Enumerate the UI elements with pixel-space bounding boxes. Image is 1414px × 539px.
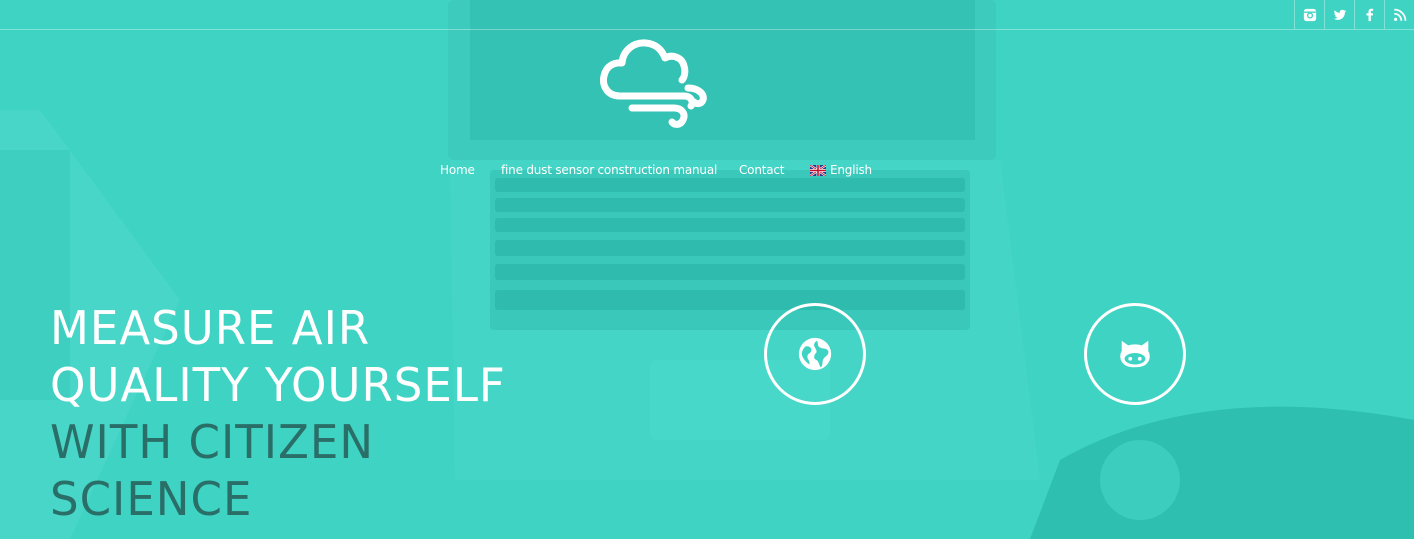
- hero-line-1: MEASURE AIR: [50, 301, 371, 355]
- hero-line-4: SCIENCE: [50, 472, 253, 526]
- facebook-link[interactable]: [1354, 0, 1384, 29]
- top-bar: [0, 0, 1414, 30]
- github-button[interactable]: [1084, 303, 1186, 405]
- social-links: [1294, 0, 1414, 29]
- hero-line-2: QUALITY YOURSELF: [50, 358, 506, 412]
- cloud-wind-icon: [600, 39, 707, 128]
- nav-contact[interactable]: Contact: [739, 162, 784, 178]
- hero-line-3: WITH CITIZEN: [50, 415, 375, 469]
- globe-button[interactable]: [764, 303, 866, 405]
- facebook-icon: [1366, 8, 1373, 21]
- github-icon: [1120, 340, 1150, 368]
- globe-icon: [798, 337, 832, 371]
- uk-flag-icon: [810, 164, 826, 176]
- twitter-link[interactable]: [1324, 0, 1354, 29]
- nav-language-label: English: [830, 163, 872, 177]
- nav-construction-manual[interactable]: fine dust sensor construction manual: [501, 162, 717, 178]
- instagram-icon: [1303, 8, 1316, 21]
- instagram-link[interactable]: [1294, 0, 1324, 29]
- rss-icon: [1393, 8, 1406, 21]
- nav-home[interactable]: Home: [440, 162, 475, 178]
- nav-language-switcher[interactable]: English: [810, 162, 872, 178]
- page: Home fine dust sensor construction manua…: [0, 0, 1414, 539]
- hero-headline: MEASURE AIR QUALITY YOURSELF WITH CITIZE…: [50, 300, 515, 528]
- rss-link[interactable]: [1384, 0, 1414, 29]
- site-logo[interactable]: [598, 38, 714, 138]
- twitter-icon: [1333, 9, 1346, 20]
- main-nav: Home fine dust sensor construction manua…: [0, 162, 1414, 180]
